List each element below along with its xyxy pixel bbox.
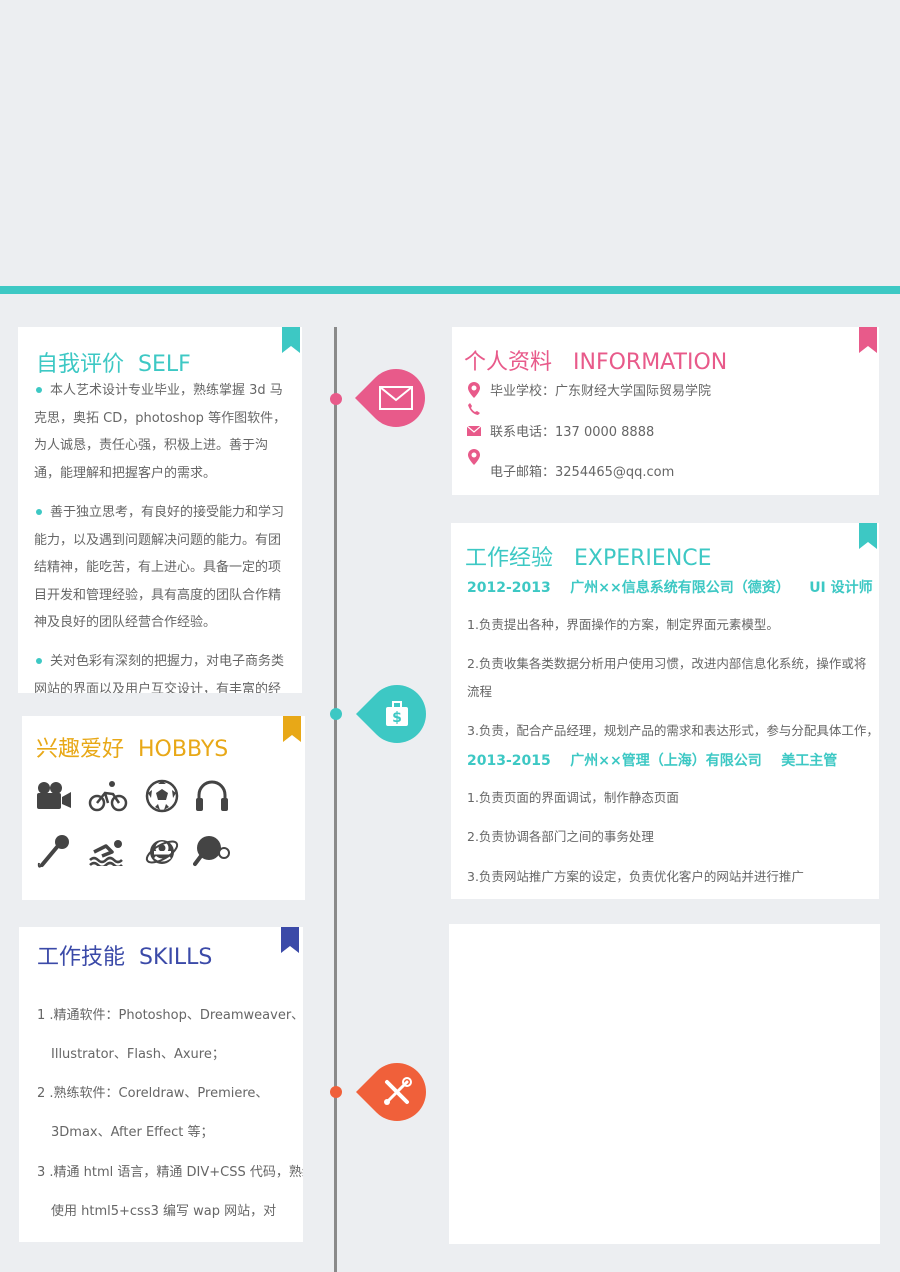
- bookmark-icon: [859, 327, 877, 353]
- hobbys-card: 兴趣爱好 HOBBYS: [22, 716, 305, 900]
- self-paragraph: 善于独立思考，有良好的接受能力和学习能力，以及遇到问题解决问题的能力。有团结精神…: [34, 505, 285, 630]
- location-icon: [466, 381, 482, 398]
- bullet-dot: [36, 657, 42, 664]
- job-duty: 3.负责网站推广方案的设定，负责优化客户的网站并进行推广: [467, 869, 804, 884]
- skill-line: 使用 html5+css3 编写 wap 网站，对: [51, 1204, 277, 1219]
- job-duty: 1.负责提出各种，界面操作的方案，制定界面元素模型。: [467, 617, 779, 632]
- header-accent-line: [0, 286, 900, 294]
- skills-card: 工作技能 SKILLS 1 .精通软件：Photoshop、Dreamweave…: [19, 927, 303, 1242]
- timeline-pin-money: $: [355, 672, 439, 756]
- internet-explorer-icon: [142, 831, 182, 871]
- info-phone: 联系电话：137 0000 8888: [466, 421, 654, 440]
- skill-line: 1 .精通软件：Photoshop、Dreamweaver、: [37, 1008, 303, 1023]
- information-title: 个人资料 INFORMATION: [464, 350, 728, 375]
- bullet-dot: [36, 386, 42, 393]
- info-phone-icon-row: [466, 402, 490, 416]
- job-duty: 1.负责页面的界面调试，制作静态页面: [467, 790, 679, 805]
- information-card: 个人资料 INFORMATION 毕业学校：广东财经大学国际贸易学院 联系电话：…: [452, 327, 879, 495]
- blank-card: [449, 924, 880, 1244]
- job-duty: 2.负责协调各部门之间的事务处理: [467, 829, 654, 844]
- money-bag-icon: $: [386, 701, 408, 726]
- skill-line: 2 .熟练软件：Coreldraw、Premiere、: [37, 1086, 269, 1101]
- experience-card: 工作经验 EXPERIENCE 2012-2013 广州××信息系统有限公司（德…: [451, 523, 879, 899]
- timeline-dot: [330, 708, 342, 720]
- skill-line: 3 .精通 html 语言，精通 DIV+CSS 代码，熟练: [37, 1165, 303, 1180]
- hobbys-title: 兴趣爱好 HOBBYS: [36, 737, 229, 762]
- swimming-icon: [88, 831, 128, 871]
- microphone-icon: [34, 831, 74, 871]
- envelope-icon: [379, 386, 413, 410]
- self-paragraph: 关对色彩有深刻的把握力，对电子商务类网站的界面以及用户互交设计，有丰富的经: [34, 654, 285, 693]
- skill-line: Illustrator、Flash、Axure；: [51, 1047, 225, 1062]
- bookmark-icon: [282, 327, 300, 353]
- skill-line: 3Dmax、After Effect 等；: [51, 1125, 214, 1140]
- ping-pong-icon: [192, 831, 232, 871]
- bullet-dot: [36, 508, 42, 515]
- timeline-pin-tools: [355, 1050, 439, 1134]
- bookmark-icon: [859, 523, 877, 549]
- headphones-icon: [192, 776, 232, 816]
- timeline-dot: [330, 1086, 342, 1098]
- job-duty: 2.负责收集各类数据分析用户使用习惯，改进内部信息化系统，操作或将流程: [467, 656, 867, 699]
- cycling-icon: [88, 776, 128, 816]
- timeline-dot: [330, 393, 342, 405]
- bookmark-icon: [281, 927, 299, 953]
- job-header: 2013-2015 广州××管理（上海）有限公司 美工主管: [467, 753, 838, 769]
- timeline-pin-envelope: [354, 356, 438, 440]
- self-card: 自我评价 SELF 本人艺术设计专业毕业，熟练掌握 3d 马克思，奥拓 CD，p…: [18, 327, 302, 693]
- skills-title: 工作技能 SKILLS: [37, 945, 213, 970]
- soccer-icon: [142, 776, 182, 816]
- self-title: 自我评价 SELF: [36, 352, 191, 377]
- job-duty: 3.负责，配合产品经理，规划产品的需求和表达形式，参与分配具体工作，: [467, 723, 879, 738]
- job-header: 2012-2013 广州××信息系统有限公司（德资） UI 设计师: [467, 580, 873, 596]
- tools-icon: [384, 1077, 412, 1105]
- phone-icon: [466, 402, 482, 416]
- bookmark-icon: [283, 716, 301, 742]
- svg-text:$: $: [392, 710, 402, 726]
- experience-title: 工作经验 EXPERIENCE: [465, 546, 712, 571]
- mail-icon: [466, 425, 482, 436]
- info-email: 电子邮箱：3254465@qq.com: [490, 465, 675, 480]
- camera-icon: [34, 776, 74, 816]
- info-school: 毕业学校：广东财经大学国际贸易学院: [466, 380, 711, 399]
- self-paragraph: 本人艺术设计专业毕业，熟练掌握 3d 马克思，奥拓 CD，photoshop 等…: [34, 383, 287, 481]
- timeline-line: [334, 327, 337, 1272]
